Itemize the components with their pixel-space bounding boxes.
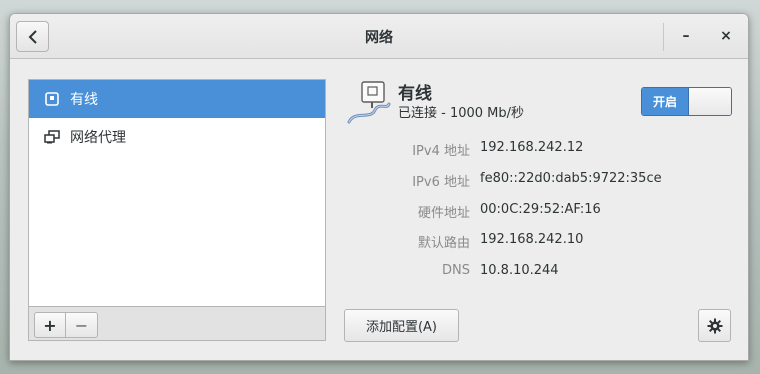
sidebar-item-wired[interactable]: 有线 [29,80,325,118]
detail-label: DNS [442,263,470,278]
sidebar-item-network-proxy[interactable]: 网络代理 [29,118,325,156]
detail-value: 10.8.10.244 [480,263,559,278]
minimize-button[interactable]: – [674,25,698,47]
detail-label: IPv6 地址 [412,175,470,190]
network-proxy-icon [43,129,61,145]
detail-label: 硬件地址 [417,206,470,221]
network-settings-window: 网络 – × 有线 网络代理 + − 有线 已连接 - 1000 Mb/秒 开启… [9,13,749,361]
ethernet-cable-icon [347,81,391,124]
detail-value: fe80::22d0:dab5:9722:35ce [480,171,662,186]
detail-value: 192.168.242.10 [480,232,584,247]
header-bar: 网络 – × [10,14,748,59]
add-device-button[interactable]: + [34,312,66,338]
switch-knob [688,88,731,115]
detail-label: 默认路由 [417,236,470,251]
device-list-toolbar: + − [29,306,325,340]
wired-network-icon [43,91,61,107]
add-profile-button[interactable]: 添加配置(A) [344,309,459,342]
detail-value: 00:0C:29:52:AF:16 [480,202,601,217]
window-title: 网络 [365,30,393,46]
detail-row-ipv4: IPv4 地址 192.168.242.12 [350,140,748,160]
remove-device-button[interactable]: − [66,312,98,338]
settings-button[interactable] [698,309,731,342]
detail-row-dns: DNS 10.8.10.244 [350,263,748,283]
detail-value: 192.168.242.12 [480,140,584,155]
header-separator [663,23,664,51]
wired-toggle-switch[interactable]: 开启 [641,87,732,116]
detail-label: IPv4 地址 [412,144,470,159]
close-button[interactable]: × [714,25,738,47]
detail-row-ipv6: IPv6 地址 fe80::22d0:dab5:9722:35ce [350,171,748,191]
connection-status: 已连接 - 1000 Mb/秒 [398,106,525,121]
sidebar-item-label: 有线 [70,92,98,108]
device-list: 有线 网络代理 + − [28,79,326,341]
detail-row-default-route: 默认路由 192.168.242.10 [350,232,748,252]
detail-row-hardware-address: 硬件地址 00:0C:29:52:AF:16 [350,202,748,222]
gear-icon [707,318,722,333]
sidebar-item-label: 网络代理 [70,130,126,146]
switch-on-label: 开启 [642,88,688,115]
device-name: 有线 [398,84,432,104]
